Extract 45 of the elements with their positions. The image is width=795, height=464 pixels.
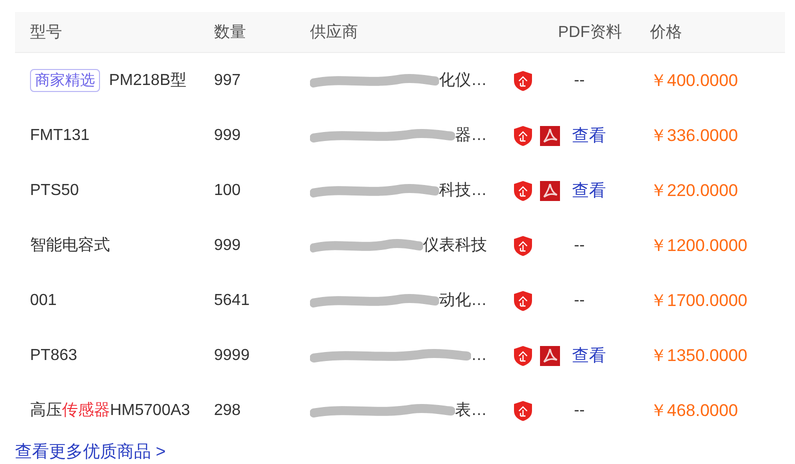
pdf-icon bbox=[540, 180, 560, 200]
price: ￥220.0000 bbox=[650, 181, 738, 200]
empty-cell: -- bbox=[574, 72, 585, 90]
quantity: 999 bbox=[214, 236, 241, 254]
supplier-name[interactable]: 科技… bbox=[439, 180, 487, 201]
quantity: 997 bbox=[214, 72, 241, 88]
view-link[interactable]: 查看 bbox=[572, 344, 606, 367]
column-header: 供应商 bbox=[310, 22, 359, 42]
empty-cell: -- bbox=[574, 292, 585, 310]
quantity: 999 bbox=[214, 126, 241, 144]
featured-tag: 商家精选 bbox=[30, 69, 100, 92]
supplier-name[interactable]: 仪表科技 bbox=[423, 235, 487, 256]
supplier-name[interactable]: 化仪… bbox=[439, 70, 487, 91]
view-link[interactable]: 查看 bbox=[572, 179, 606, 202]
price: ￥468.0000 bbox=[650, 401, 738, 420]
model-name[interactable]: 高压传感器HM5700A3 bbox=[30, 400, 190, 421]
pdf-icon bbox=[540, 126, 560, 146]
model-name[interactable]: PM218B型 bbox=[109, 70, 186, 91]
price: ￥400.0000 bbox=[650, 71, 738, 90]
price: ￥336.0000 bbox=[650, 126, 738, 145]
price: ￥1200.0000 bbox=[650, 236, 748, 255]
column-header: 数量 bbox=[214, 22, 247, 42]
price: ￥1700.0000 bbox=[650, 291, 748, 310]
supplier-name[interactable]: 表… bbox=[455, 400, 487, 421]
model-name[interactable]: PT863 bbox=[30, 346, 78, 364]
model-name[interactable]: 001 bbox=[30, 292, 57, 310]
column-header: PDF资料 bbox=[557, 22, 623, 42]
model-name[interactable]: PTS50 bbox=[30, 182, 79, 200]
model-name[interactable]: FMT131 bbox=[30, 126, 90, 144]
more-products-link[interactable]: 查看更多优质商品 > bbox=[15, 440, 785, 463]
supplier-name[interactable]: 动化… bbox=[439, 290, 487, 311]
empty-cell: -- bbox=[574, 236, 585, 254]
column-header: 价格 bbox=[650, 22, 683, 42]
column-header: 型号 bbox=[29, 22, 63, 42]
quantity: 298 bbox=[214, 402, 241, 418]
empty-cell: -- bbox=[574, 402, 585, 420]
quantity: 100 bbox=[214, 182, 241, 198]
quantity: 5641 bbox=[214, 292, 250, 308]
view-link[interactable]: 查看 bbox=[572, 124, 606, 147]
supplier-name[interactable]: 器… bbox=[455, 125, 487, 146]
quantity: 9999 bbox=[214, 346, 250, 364]
model-name[interactable]: 智能电容式 bbox=[30, 235, 110, 256]
pdf-icon bbox=[540, 346, 560, 366]
price: ￥1350.0000 bbox=[650, 346, 748, 365]
supplier-name[interactable]: … bbox=[471, 346, 487, 364]
